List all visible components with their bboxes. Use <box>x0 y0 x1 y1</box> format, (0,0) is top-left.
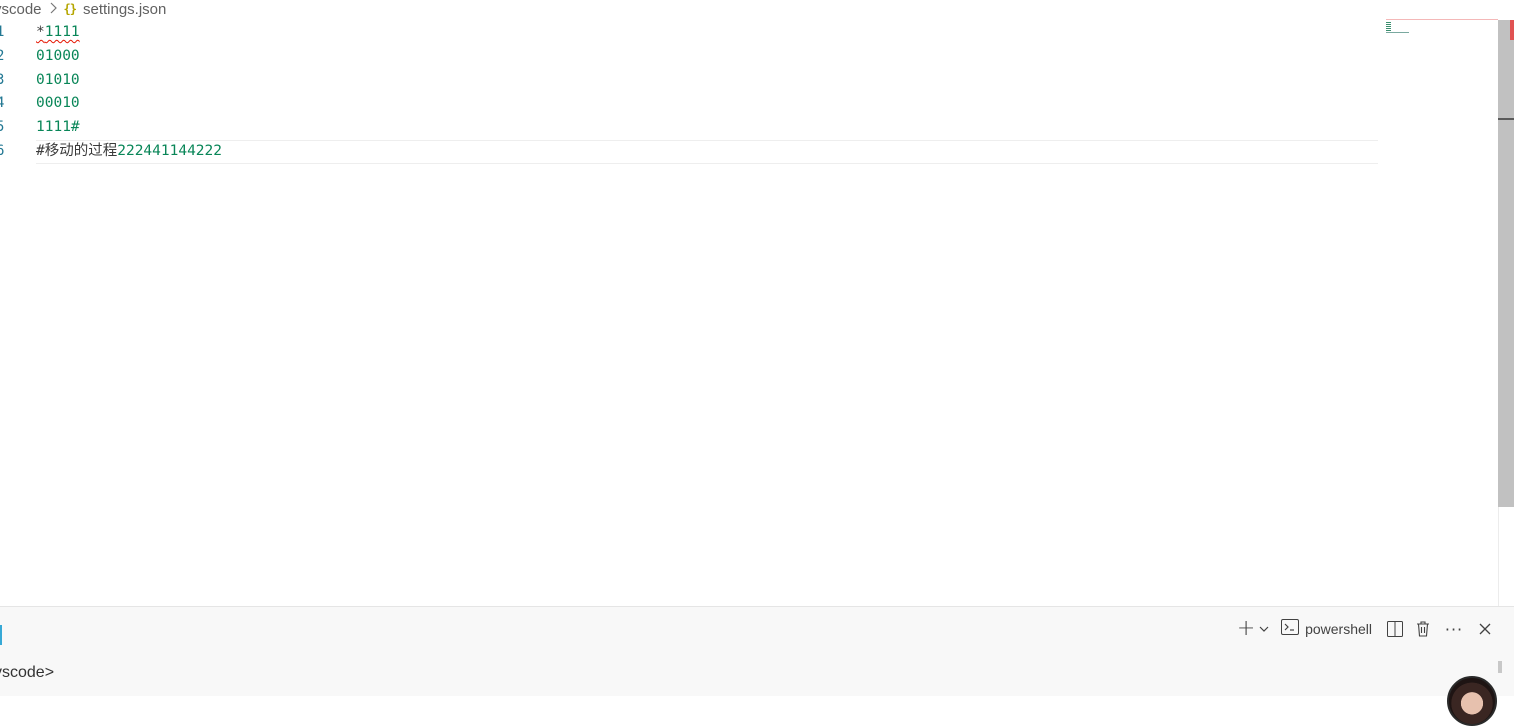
line-number: 3 <box>0 72 5 88</box>
new-terminal-button[interactable]: + <box>1235 617 1257 641</box>
line-number: 6 <box>0 143 5 159</box>
line-number: 5 <box>0 119 5 135</box>
more-actions-icon[interactable]: ··· <box>1442 617 1466 641</box>
code-line[interactable]: #移动的过程222441144222 <box>36 139 222 163</box>
json-icon: {} <box>63 2 77 16</box>
terminal-panel[interactable]: + powershell ··· vscode> <box>0 606 1514 696</box>
code-line[interactable]: *1111 <box>36 20 80 44</box>
code-line[interactable]: 00010 <box>36 91 80 115</box>
line-number: 2 <box>0 48 5 64</box>
error-squiggle: *1111 <box>36 24 80 40</box>
code-editor[interactable]: 1 2 3 4 5 6 *1111 01000 01010 00010 1111… <box>0 20 1496 606</box>
split-terminal-icon[interactable] <box>1384 617 1406 641</box>
cursor-marker <box>1498 118 1514 120</box>
code-line[interactable]: 01010 <box>36 68 80 92</box>
terminal-selector[interactable]: powershell <box>1281 617 1372 641</box>
terminal-icon <box>1281 619 1300 639</box>
editor-scrollbar-thumb[interactable] <box>1498 20 1514 507</box>
minimap[interactable] <box>1386 20 1496 40</box>
breadcrumb-separator-icon <box>50 1 58 17</box>
breadcrumb-folder[interactable]: vscode <box>0 1 42 18</box>
terminal-shell-label: powershell <box>1305 621 1372 637</box>
code-line[interactable]: 01000 <box>36 44 80 68</box>
trash-icon[interactable] <box>1412 617 1434 641</box>
line-number: 1 <box>0 24 5 40</box>
close-panel-icon[interactable] <box>1474 617 1496 641</box>
current-line-highlight <box>36 140 1378 164</box>
chevron-down-icon[interactable] <box>1257 617 1271 641</box>
terminal-active-indicator <box>0 625 2 645</box>
line-number: 4 <box>0 95 5 111</box>
breadcrumb: vscode {} settings.json <box>0 0 1496 18</box>
terminal-prompt[interactable]: vscode> <box>0 664 54 682</box>
avatar[interactable] <box>1447 676 1497 726</box>
breadcrumb-file[interactable]: settings.json <box>83 1 166 18</box>
code-line[interactable]: 1111# <box>36 115 80 139</box>
terminal-scrollbar[interactable] <box>1498 661 1502 673</box>
error-marker <box>1510 20 1514 40</box>
terminal-toolbar: + powershell ··· <box>1235 617 1496 641</box>
